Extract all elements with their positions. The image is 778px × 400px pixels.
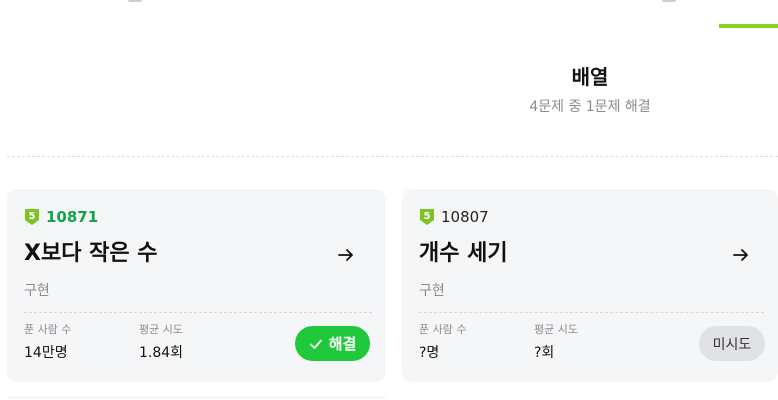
unsolved-status-button[interactable]: 미시도 bbox=[699, 326, 765, 361]
level-badge-icon: 5 bbox=[25, 209, 39, 225]
section-progress: 4문제 중 1문제 해결 bbox=[529, 99, 651, 115]
problem-card[interactable]: 5 10871 X보다 작은 수 구현 푼 사람 수 14만명 평균 시도 1.… bbox=[7, 189, 386, 382]
arrow-right-icon[interactable] bbox=[731, 245, 751, 265]
solvers-label: 푼 사람 수 bbox=[419, 323, 467, 336]
solvers-label: 푼 사람 수 bbox=[24, 323, 72, 336]
problem-header: 5 10807 bbox=[419, 208, 489, 226]
level-number: 5 bbox=[424, 211, 431, 222]
problem-header: 5 10871 bbox=[24, 208, 98, 226]
tries-value: 1.84회 bbox=[139, 345, 184, 361]
tries-label: 평균 시도 bbox=[139, 323, 183, 336]
solved-status-button[interactable]: 해결 bbox=[295, 326, 370, 361]
level-badge-icon: 5 bbox=[420, 209, 434, 225]
problem-title[interactable]: X보다 작은 수 bbox=[24, 239, 157, 269]
level-number: 5 bbox=[29, 211, 36, 222]
check-icon bbox=[309, 339, 322, 349]
problem-id[interactable]: 10871 bbox=[46, 208, 98, 226]
arrow-right-icon[interactable] bbox=[336, 245, 356, 265]
solvers-value: 14만명 bbox=[24, 345, 68, 361]
section-title: 배열 bbox=[571, 65, 609, 89]
solvers-stat: 푼 사람 수 ?명 bbox=[419, 323, 466, 362]
tries-stat: 평균 시도 1.84회 bbox=[139, 323, 183, 362]
card-divider bbox=[24, 312, 372, 313]
tries-value: ?회 bbox=[534, 345, 555, 361]
solvers-value: ?명 bbox=[419, 345, 440, 361]
tries-label: 평균 시도 bbox=[534, 323, 578, 336]
top-tab-edge bbox=[128, 0, 142, 2]
solvers-stat: 푼 사람 수 14만명 bbox=[24, 323, 71, 362]
problem-id[interactable]: 10807 bbox=[441, 208, 489, 226]
tries-stat: 평균 시도 ?회 bbox=[534, 323, 578, 362]
section-header: 배열 4문제 중 1문제 해결 bbox=[400, 62, 778, 116]
card-divider bbox=[419, 312, 764, 313]
section-divider bbox=[7, 156, 778, 157]
active-tab-indicator bbox=[719, 24, 778, 28]
problem-category: 구현 bbox=[419, 283, 445, 299]
problem-title[interactable]: 개수 세기 bbox=[419, 239, 508, 269]
problem-category: 구현 bbox=[24, 283, 50, 299]
problem-card[interactable]: 5 10807 개수 세기 구현 푼 사람 수 ?명 평균 시도 ?회 미시도 bbox=[402, 189, 778, 382]
solved-status-label: 해결 bbox=[328, 335, 357, 353]
top-tab-edge bbox=[662, 0, 676, 2]
